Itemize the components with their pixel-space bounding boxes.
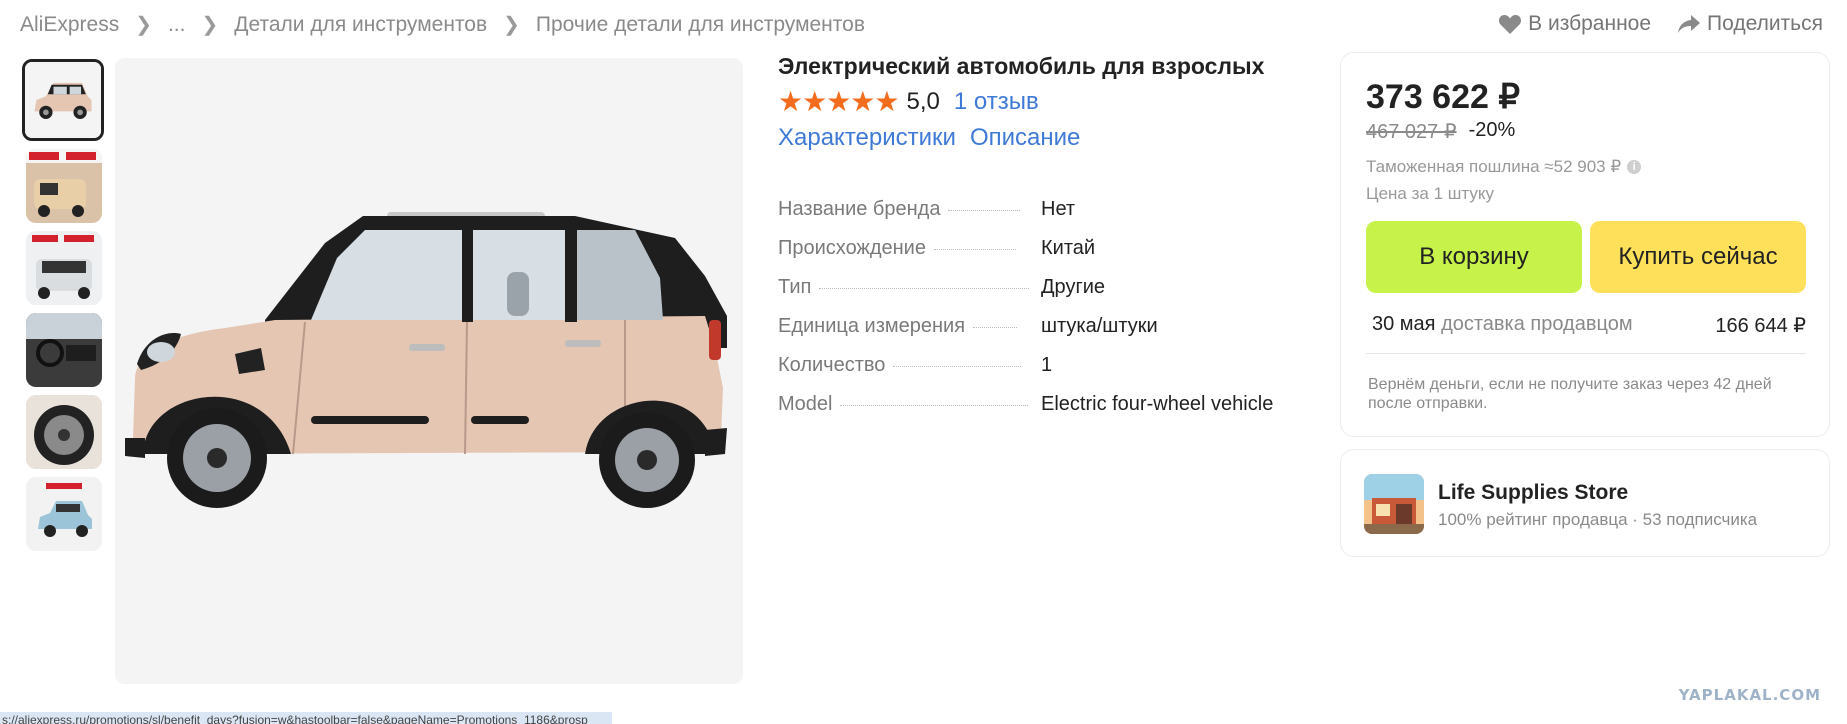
chevron-right-icon: ❯ (135, 14, 152, 36)
thumbnail-6[interactable] (26, 477, 102, 551)
spec-key: Происхождение (778, 237, 926, 259)
tab-characteristics[interactable]: Характеристики (778, 124, 956, 152)
reviews-link[interactable]: 1 отзыв (954, 88, 1039, 116)
spec-key: Единица измерения (778, 315, 966, 337)
buy-now-button[interactable]: Купить сейчас (1590, 221, 1806, 293)
add-to-cart-button[interactable]: В корзину (1366, 221, 1582, 293)
store-avatar[interactable] (1364, 474, 1424, 534)
spec-key: Название бренда (778, 198, 941, 220)
discount-badge: -20% (1468, 119, 1516, 141)
customs-duty: Таможенная пошлина ≈52 903 ₽ i (1366, 157, 1642, 177)
spec-key: Количество (778, 354, 886, 376)
thumbnail-4[interactable] (26, 313, 102, 387)
store-meta: 100% рейтинг продавца · 53 подписчика (1438, 510, 1758, 529)
thumbnail-gallery (22, 59, 104, 559)
old-price: 467 027 ₽ (1366, 121, 1457, 143)
thumbnail-3[interactable] (26, 231, 102, 305)
header-actions: В избранное Поделиться (1498, 12, 1823, 36)
spec-row: Тип Другие (778, 276, 1318, 315)
delivery-info: 30 мая доставка продавцом 166 644 ₽ (1372, 313, 1806, 338)
spec-row: Единица измерения штука/штуки (778, 315, 1318, 354)
spec-row: Model Electric four-wheel vehicle (778, 393, 1318, 432)
status-bar-url: s://aliexpress.ru/promotions/sl/benefit_… (0, 712, 612, 724)
spec-row: Количество 1 (778, 354, 1318, 393)
favorite-button[interactable]: В избранное (1498, 12, 1651, 36)
product-title: Электрический автомобиль для взрослых (778, 53, 1265, 79)
specs-table: Название бренда Нет Происхождение Китай … (778, 198, 1318, 432)
spec-leader (819, 288, 1030, 289)
store-logo-icon (1364, 474, 1424, 534)
wheel-thumbnail-image (26, 395, 102, 469)
delivery-method: доставка продавцом (1441, 313, 1633, 335)
product-info: Электрический автомобиль для взрослых ★★… (778, 52, 1318, 432)
car-interior-thumbnail-image (26, 313, 102, 387)
spec-key: Model (778, 393, 833, 415)
main-product-image[interactable] (115, 58, 743, 684)
star-rating-icon: ★★★★★ (778, 86, 900, 117)
spec-value: Electric four-wheel vehicle (1041, 393, 1274, 415)
customs-duty-text: Таможенная пошлина ≈52 903 ₽ (1366, 157, 1622, 176)
electric-car-image (115, 58, 743, 684)
thumbnail-1[interactable] (22, 59, 104, 141)
breadcrumb-ellipsis[interactable]: ... (168, 13, 186, 37)
delivery-date: 30 мая (1372, 313, 1436, 335)
tab-description[interactable]: Описание (970, 124, 1080, 152)
spec-value: Китай (1041, 237, 1096, 259)
breadcrumb-category-link[interactable]: Детали для инструментов (234, 13, 487, 37)
spec-leader (948, 210, 1021, 211)
store-card[interactable]: Life Supplies Store 100% рейтинг продавц… (1340, 449, 1830, 557)
rating-row: ★★★★★ 5,0 1 отзыв (778, 88, 1318, 116)
car-promo-thumbnail-image (26, 149, 102, 223)
spec-key: Тип (778, 276, 812, 298)
share-label: Поделиться (1707, 12, 1823, 35)
watermark: YAPLAKAL.COM (1678, 686, 1821, 704)
spec-value: Нет (1041, 198, 1076, 220)
spec-row: Название бренда Нет (778, 198, 1318, 237)
heart-icon (1499, 15, 1522, 34)
share-icon (1678, 15, 1701, 33)
spec-leader (973, 327, 1018, 328)
spec-value: Другие (1041, 276, 1106, 298)
spec-row: Происхождение Китай (778, 237, 1318, 276)
car-blue-thumbnail-image (26, 477, 102, 551)
breadcrumb-home-link[interactable]: AliExpress (20, 13, 119, 37)
spec-value: штука/штуки (1041, 315, 1158, 337)
info-icon[interactable]: i (1627, 160, 1642, 174)
product-tabs: Характеристики Описание (778, 124, 1318, 152)
unit-price-note: Цена за 1 штуку (1366, 184, 1494, 203)
delivery-cost: 166 644 ₽ (1715, 315, 1806, 337)
divider (1366, 353, 1806, 354)
price-card: 373 622 ₽ 467 027 ₽ -20% Таможенная пошл… (1340, 52, 1830, 437)
chevron-right-icon: ❯ (503, 14, 520, 36)
spec-value: 1 (1041, 354, 1053, 376)
favorite-label: В избранное (1528, 12, 1652, 35)
rating-value: 5,0 (906, 88, 940, 115)
car-front-thumbnail-image (26, 231, 102, 305)
spec-leader (893, 366, 1022, 367)
car-thumbnail-image (25, 62, 101, 138)
old-price-row: 467 027 ₽ -20% (1366, 119, 1515, 144)
refund-guarantee: Вернём деньги, если не получите заказ че… (1368, 376, 1772, 412)
thumbnail-2[interactable] (26, 149, 102, 223)
store-name[interactable]: Life Supplies Store (1438, 481, 1628, 505)
spec-leader (933, 249, 1016, 250)
thumbnail-5[interactable] (26, 395, 102, 469)
breadcrumb-subcategory-link[interactable]: Прочие детали для инструментов (536, 13, 865, 37)
share-button[interactable]: Поделиться (1677, 12, 1823, 36)
current-price: 373 622 ₽ (1366, 78, 1520, 116)
breadcrumb: AliExpress ❯ ... ❯ Детали для инструмент… (20, 12, 865, 37)
spec-leader (840, 405, 1029, 406)
chevron-right-icon: ❯ (201, 14, 219, 36)
